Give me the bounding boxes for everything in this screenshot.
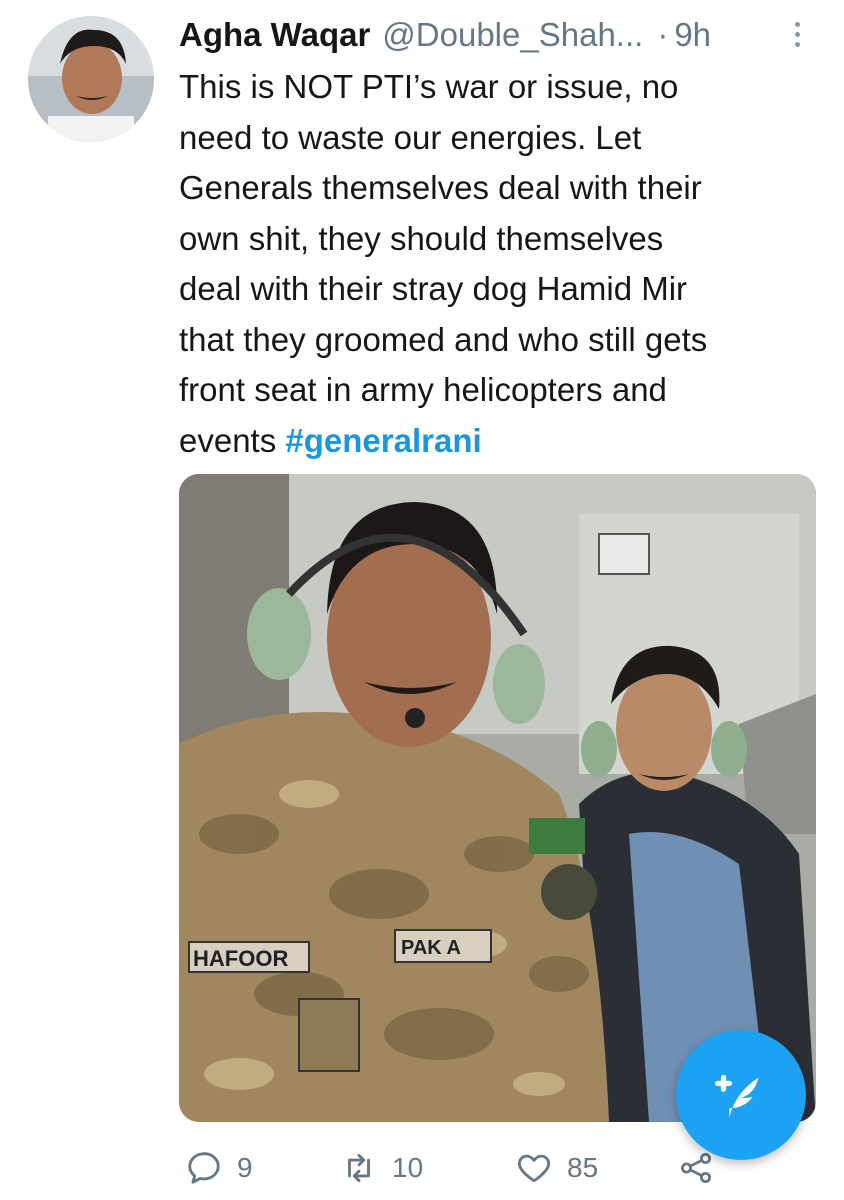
avatar[interactable] bbox=[28, 16, 154, 142]
compose-tweet-icon bbox=[715, 1074, 759, 1119]
reply-icon bbox=[188, 1152, 220, 1184]
compose-tweet-button[interactable] bbox=[676, 1030, 806, 1160]
heart-icon bbox=[517, 1154, 551, 1183]
tweet-text: This is NOT PTI’s war or issue, no need … bbox=[179, 62, 819, 466]
tweet-timestamp[interactable]: 9h bbox=[674, 14, 711, 56]
tweet-header: Agha Waqar @Double_Shah... · 9h bbox=[179, 14, 819, 56]
user-handle[interactable]: @Double_Shah... bbox=[382, 14, 643, 56]
header-separator: · bbox=[657, 16, 669, 53]
retweet-count: 10 bbox=[392, 1152, 424, 1183]
share-icon bbox=[680, 1152, 712, 1184]
reply-count: 9 bbox=[237, 1152, 253, 1183]
tweet-body: This is NOT PTI’s war or issue, no need … bbox=[179, 68, 708, 459]
media-photo: HAFOOR PAK A bbox=[179, 474, 816, 1122]
tweet-media[interactable]: HAFOOR PAK A bbox=[179, 474, 816, 1122]
right-name-tape: PAK A bbox=[401, 937, 461, 959]
retweet-button[interactable]: 10 bbox=[340, 1148, 423, 1188]
avatar-photo bbox=[28, 16, 154, 142]
left-name-tape: HAFOOR bbox=[193, 946, 288, 971]
reply-button[interactable]: 9 bbox=[185, 1148, 253, 1188]
like-button[interactable]: 85 bbox=[515, 1148, 598, 1188]
more-vertical-icon[interactable] bbox=[786, 22, 808, 52]
display-name[interactable]: Agha Waqar bbox=[179, 14, 370, 56]
retweet-icon bbox=[348, 1153, 370, 1183]
hashtag-link[interactable]: #generalrani bbox=[285, 422, 481, 459]
like-count: 85 bbox=[567, 1152, 599, 1183]
